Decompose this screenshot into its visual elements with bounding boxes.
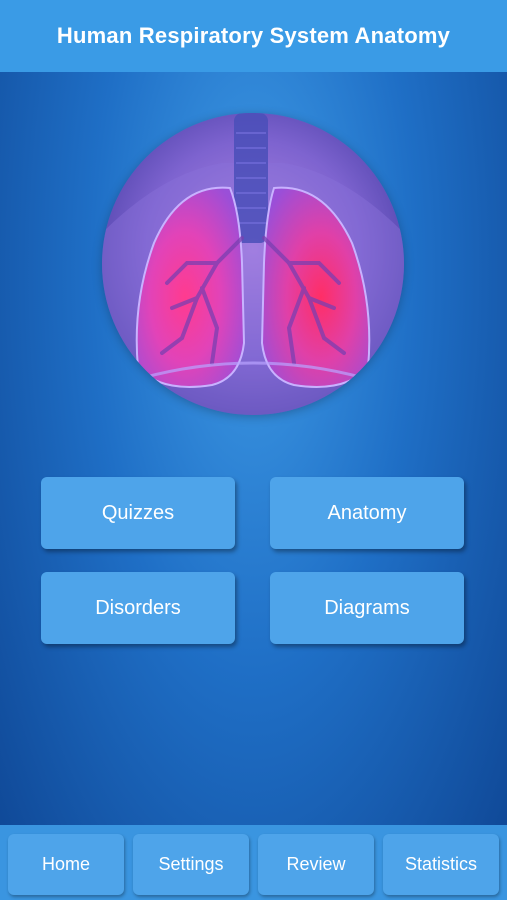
- tab-settings-label: Settings: [158, 854, 224, 874]
- tab-settings[interactable]: Settings: [133, 834, 249, 895]
- app-header: Human Respiratory System Anatomy: [0, 0, 507, 72]
- anatomy-label: Anatomy: [327, 501, 407, 524]
- lungs-icon: [102, 113, 404, 415]
- tab-home-label: Home: [41, 854, 90, 874]
- quizzes-button[interactable]: Quizzes: [41, 477, 235, 549]
- disorders-label: Disorders: [95, 596, 181, 619]
- diagrams-button[interactable]: Diagrams: [270, 572, 464, 644]
- diagrams-label: Diagrams: [324, 596, 410, 619]
- anatomy-button[interactable]: Anatomy: [270, 477, 464, 549]
- quizzes-label: Quizzes: [101, 501, 175, 524]
- page-title: Human Respiratory System Anatomy: [56, 23, 451, 48]
- tab-review[interactable]: Review: [258, 834, 374, 895]
- lungs-illustration: [102, 113, 404, 415]
- tab-statistics[interactable]: Statistics: [383, 834, 499, 895]
- tab-statistics-label: Statistics: [404, 854, 478, 874]
- tab-home[interactable]: Home: [8, 834, 124, 895]
- tab-review-label: Review: [286, 854, 346, 874]
- bottom-tab-bar: Home Settings Review Statistics: [0, 825, 507, 900]
- disorders-button[interactable]: Disorders: [41, 572, 235, 644]
